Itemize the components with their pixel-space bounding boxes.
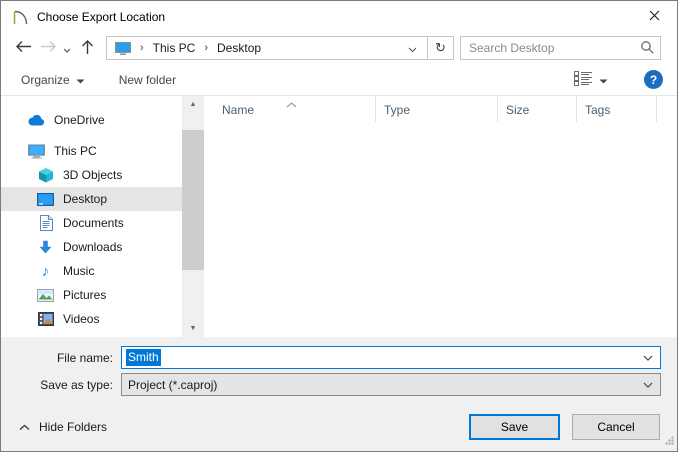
sort-ascending-icon bbox=[286, 97, 297, 111]
sidebar-item-downloads[interactable]: Downloads bbox=[1, 235, 182, 259]
new-folder-label: New folder bbox=[118, 72, 177, 87]
dialog-footer: File name: Smith Save as type: Project (… bbox=[1, 337, 677, 451]
sidebar-item-label: Downloads bbox=[63, 240, 123, 254]
content-area: OneDrive This PC 3D Objects Desktop Docu… bbox=[1, 96, 677, 337]
sidebar-item-onedrive[interactable]: OneDrive bbox=[1, 108, 182, 132]
search-input[interactable] bbox=[468, 41, 640, 55]
sidebar-item-label: This PC bbox=[54, 144, 97, 158]
music-icon: ♪ bbox=[41, 262, 50, 280]
refresh-icon: ↻ bbox=[435, 40, 446, 55]
sidebar-item-3d-objects[interactable]: 3D Objects bbox=[1, 163, 182, 187]
title-bar: Choose Export Location bbox=[1, 1, 677, 32]
new-folder-button[interactable]: New folder bbox=[119, 73, 176, 87]
chevron-down-icon bbox=[643, 382, 653, 388]
file-name-label: File name: bbox=[56, 350, 113, 365]
pictures-icon bbox=[37, 287, 54, 304]
documents-icon bbox=[37, 215, 54, 232]
save-as-type-select[interactable]: Project (*.caproj) bbox=[121, 373, 661, 396]
sidebar-item-label: OneDrive bbox=[54, 113, 105, 127]
cancel-button[interactable]: Cancel bbox=[572, 414, 660, 440]
file-name-row: File name: Smith bbox=[1, 346, 677, 369]
close-icon bbox=[649, 9, 660, 24]
recent-locations-button[interactable] bbox=[60, 35, 75, 61]
chevron-up-icon bbox=[19, 420, 30, 434]
hide-folders-label: Hide Folders bbox=[39, 420, 108, 434]
column-headers: Name Type Size Tags bbox=[204, 96, 677, 122]
sidebar-item-label: Documents bbox=[63, 216, 124, 230]
chevron-down-icon bbox=[76, 73, 85, 87]
sidebar-item-this-pc[interactable]: This PC bbox=[1, 139, 182, 163]
chevron-down-icon bbox=[599, 72, 608, 87]
file-list-empty-area bbox=[204, 122, 677, 337]
sidebar-item-pictures[interactable]: Pictures bbox=[1, 283, 182, 307]
up-button[interactable] bbox=[75, 35, 100, 61]
chevron-down-icon bbox=[63, 41, 71, 56]
navigation-bar: › This PC › Desktop ↻ bbox=[1, 32, 677, 64]
hide-folders-button[interactable]: Hide Folders bbox=[19, 420, 107, 434]
sidebar-item-videos[interactable]: Videos bbox=[1, 307, 182, 331]
chevron-down-icon bbox=[643, 355, 653, 361]
forward-arrow-icon bbox=[40, 40, 57, 56]
search-icon bbox=[640, 40, 654, 57]
3d-objects-icon bbox=[37, 167, 54, 184]
close-button[interactable] bbox=[632, 1, 677, 32]
onedrive-icon bbox=[28, 112, 45, 129]
sidebar-item-label: Pictures bbox=[63, 288, 107, 302]
help-button[interactable]: ? bbox=[644, 70, 663, 89]
downloads-icon bbox=[37, 239, 54, 256]
details-view-icon bbox=[574, 70, 593, 89]
file-name-value: Smith bbox=[126, 349, 161, 366]
breadcrumb-separator: › bbox=[139, 42, 144, 54]
scroll-down-icon[interactable]: ▼ bbox=[182, 320, 204, 337]
chevron-down-icon bbox=[408, 41, 417, 56]
help-icon: ? bbox=[644, 70, 663, 89]
breadcrumb-separator: › bbox=[204, 42, 209, 54]
navigation-pane: OneDrive This PC 3D Objects Desktop Docu… bbox=[1, 96, 182, 337]
resize-grip[interactable] bbox=[665, 434, 674, 448]
column-header-size[interactable]: Size bbox=[498, 96, 577, 122]
back-arrow-icon bbox=[15, 40, 32, 56]
save-button[interactable]: Save bbox=[469, 414, 560, 440]
search-box bbox=[459, 36, 661, 60]
address-dropdown-button[interactable] bbox=[403, 37, 423, 59]
forward-button[interactable] bbox=[36, 35, 60, 61]
sidebar-scrollbar[interactable]: ▲ ▼ bbox=[182, 96, 204, 337]
breadcrumb-this-pc[interactable]: This PC bbox=[151, 41, 198, 55]
this-pc-icon bbox=[28, 143, 45, 160]
footer-buttons-row: Hide Folders Save Cancel bbox=[1, 414, 677, 440]
scrollbar-thumb[interactable] bbox=[182, 130, 204, 270]
sidebar-item-label: Desktop bbox=[63, 192, 108, 206]
file-list: Name Type Size Tags bbox=[204, 96, 677, 337]
desktop-icon bbox=[37, 191, 54, 208]
sidebar-item-label: Music bbox=[63, 264, 95, 278]
column-header-tags[interactable]: Tags bbox=[577, 96, 657, 122]
videos-icon bbox=[37, 311, 54, 328]
file-name-input[interactable]: Smith bbox=[121, 346, 661, 369]
export-location-dialog: Choose Export Location › This PC › Deskt… bbox=[0, 0, 678, 452]
command-toolbar: Organize New folder ? bbox=[1, 64, 677, 96]
address-bar[interactable]: › This PC › Desktop bbox=[105, 36, 428, 60]
sidebar-item-music[interactable]: ♪ Music bbox=[1, 259, 182, 283]
this-pc-small-icon bbox=[114, 41, 131, 55]
organize-button[interactable]: Organize bbox=[21, 73, 85, 87]
sidebar-item-label: 3D Objects bbox=[63, 168, 123, 182]
save-as-type-label: Save as type: bbox=[40, 377, 113, 392]
sidebar-item-desktop[interactable]: Desktop bbox=[1, 187, 182, 211]
app-logo-icon bbox=[12, 8, 29, 25]
column-header-type[interactable]: Type bbox=[376, 96, 498, 122]
window-title: Choose Export Location bbox=[37, 9, 166, 24]
save-as-type-value: Project (*.caproj) bbox=[128, 377, 218, 392]
sidebar-item-label: Videos bbox=[63, 312, 100, 326]
sidebar-item-documents[interactable]: Documents bbox=[1, 211, 182, 235]
save-as-type-row: Save as type: Project (*.caproj) bbox=[1, 373, 677, 396]
change-view-button[interactable] bbox=[574, 70, 608, 89]
scroll-up-icon[interactable]: ▲ bbox=[182, 96, 204, 113]
column-header-name[interactable]: Name bbox=[204, 96, 376, 122]
organize-label: Organize bbox=[21, 72, 70, 87]
back-button[interactable] bbox=[11, 35, 36, 61]
refresh-button[interactable]: ↻ bbox=[427, 36, 454, 60]
breadcrumb-desktop[interactable]: Desktop bbox=[215, 41, 263, 55]
up-arrow-icon bbox=[81, 39, 94, 58]
